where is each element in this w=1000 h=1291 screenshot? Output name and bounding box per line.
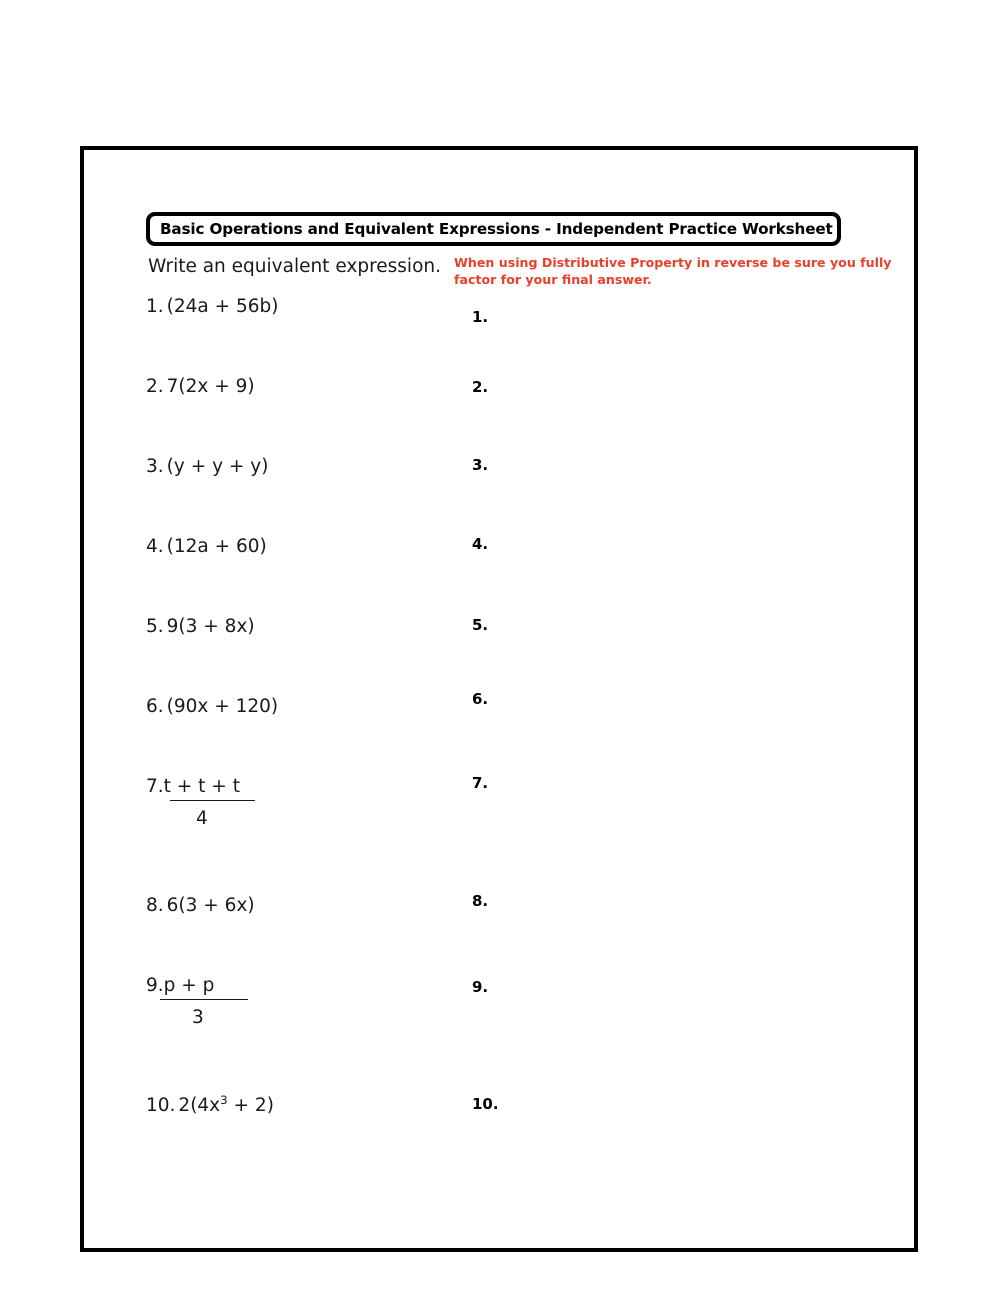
- problem-number-10: 10.: [146, 1095, 176, 1116]
- problem-number-4: 4.: [146, 536, 164, 557]
- problem-expression-5: 9(3 + 8x): [166, 616, 255, 637]
- answer-slot-4[interactable]: 4.: [472, 535, 488, 553]
- fraction-bar-7: [170, 800, 255, 801]
- answer-slot-2[interactable]: 2.: [472, 378, 488, 396]
- answer-slot-7[interactable]: 7.: [472, 774, 488, 792]
- problem-exponent-10: 3: [220, 1092, 228, 1107]
- problem-expression-2: 7(2x + 9): [166, 376, 255, 397]
- problem-number-6: 6.: [146, 696, 164, 717]
- problem-item-5: 5. 9(3 + 8x): [146, 616, 255, 637]
- problem-item-4: 4. (12a + 60): [146, 536, 267, 557]
- problem-expression-3: (y + y + y): [166, 456, 269, 477]
- problem-item-7: 7.t + t + t 4: [146, 776, 255, 829]
- problem-item-8: 8. 6(3 + 6x): [146, 895, 255, 916]
- answer-slot-6[interactable]: 6.: [472, 690, 488, 708]
- answer-slot-3[interactable]: 3.: [472, 456, 488, 474]
- problem-expression-10-prefix: 2(4x: [178, 1095, 221, 1116]
- problem-number-1: 1.: [146, 296, 164, 317]
- problem-number-9: 9.: [146, 975, 164, 996]
- answer-slot-8[interactable]: 8.: [472, 892, 488, 910]
- problem-number-2: 2.: [146, 376, 164, 397]
- problem-item-10: 10. 2(4x3 + 2): [146, 1092, 274, 1116]
- problem-numerator-7: t + t + t: [163, 776, 240, 797]
- problem-list: 1. (24a + 56b) 2. 7(2x + 9) 3. (y + y + y) …: [84, 150, 914, 1248]
- problem-expression-1: (24a + 56b): [166, 296, 279, 317]
- problem-expression-10-suffix: + 2): [227, 1095, 274, 1116]
- problem-denominator-7: 4: [196, 808, 208, 829]
- problem-expression-8: 6(3 + 6x): [166, 895, 255, 916]
- problem-numerator-9: p + p: [163, 975, 215, 996]
- problem-item-9: 9.p + p 3: [146, 975, 248, 1028]
- answer-slot-10[interactable]: 10.: [472, 1095, 499, 1113]
- problem-item-2: 2. 7(2x + 9): [146, 376, 255, 397]
- problem-number-8: 8.: [146, 895, 164, 916]
- problem-number-7: 7.: [146, 776, 164, 797]
- fraction-bar-9: [160, 999, 248, 1000]
- problem-expression-4: (12a + 60): [166, 536, 267, 557]
- problem-expression-6: (90x + 120): [166, 696, 279, 717]
- problem-item-3: 3. (y + y + y): [146, 456, 268, 477]
- problem-item-6: 6. (90x + 120): [146, 696, 278, 717]
- problem-number-3: 3.: [146, 456, 164, 477]
- answer-slot-5[interactable]: 5.: [472, 616, 488, 634]
- answer-slot-1[interactable]: 1.: [472, 308, 488, 326]
- worksheet-page: Basic Operations and Equivalent Expressi…: [80, 146, 918, 1252]
- problem-denominator-9: 3: [192, 1007, 204, 1028]
- problem-number-5: 5.: [146, 616, 164, 637]
- answer-slot-9[interactable]: 9.: [472, 978, 488, 996]
- problem-item-1: 1. (24a + 56b): [146, 296, 279, 317]
